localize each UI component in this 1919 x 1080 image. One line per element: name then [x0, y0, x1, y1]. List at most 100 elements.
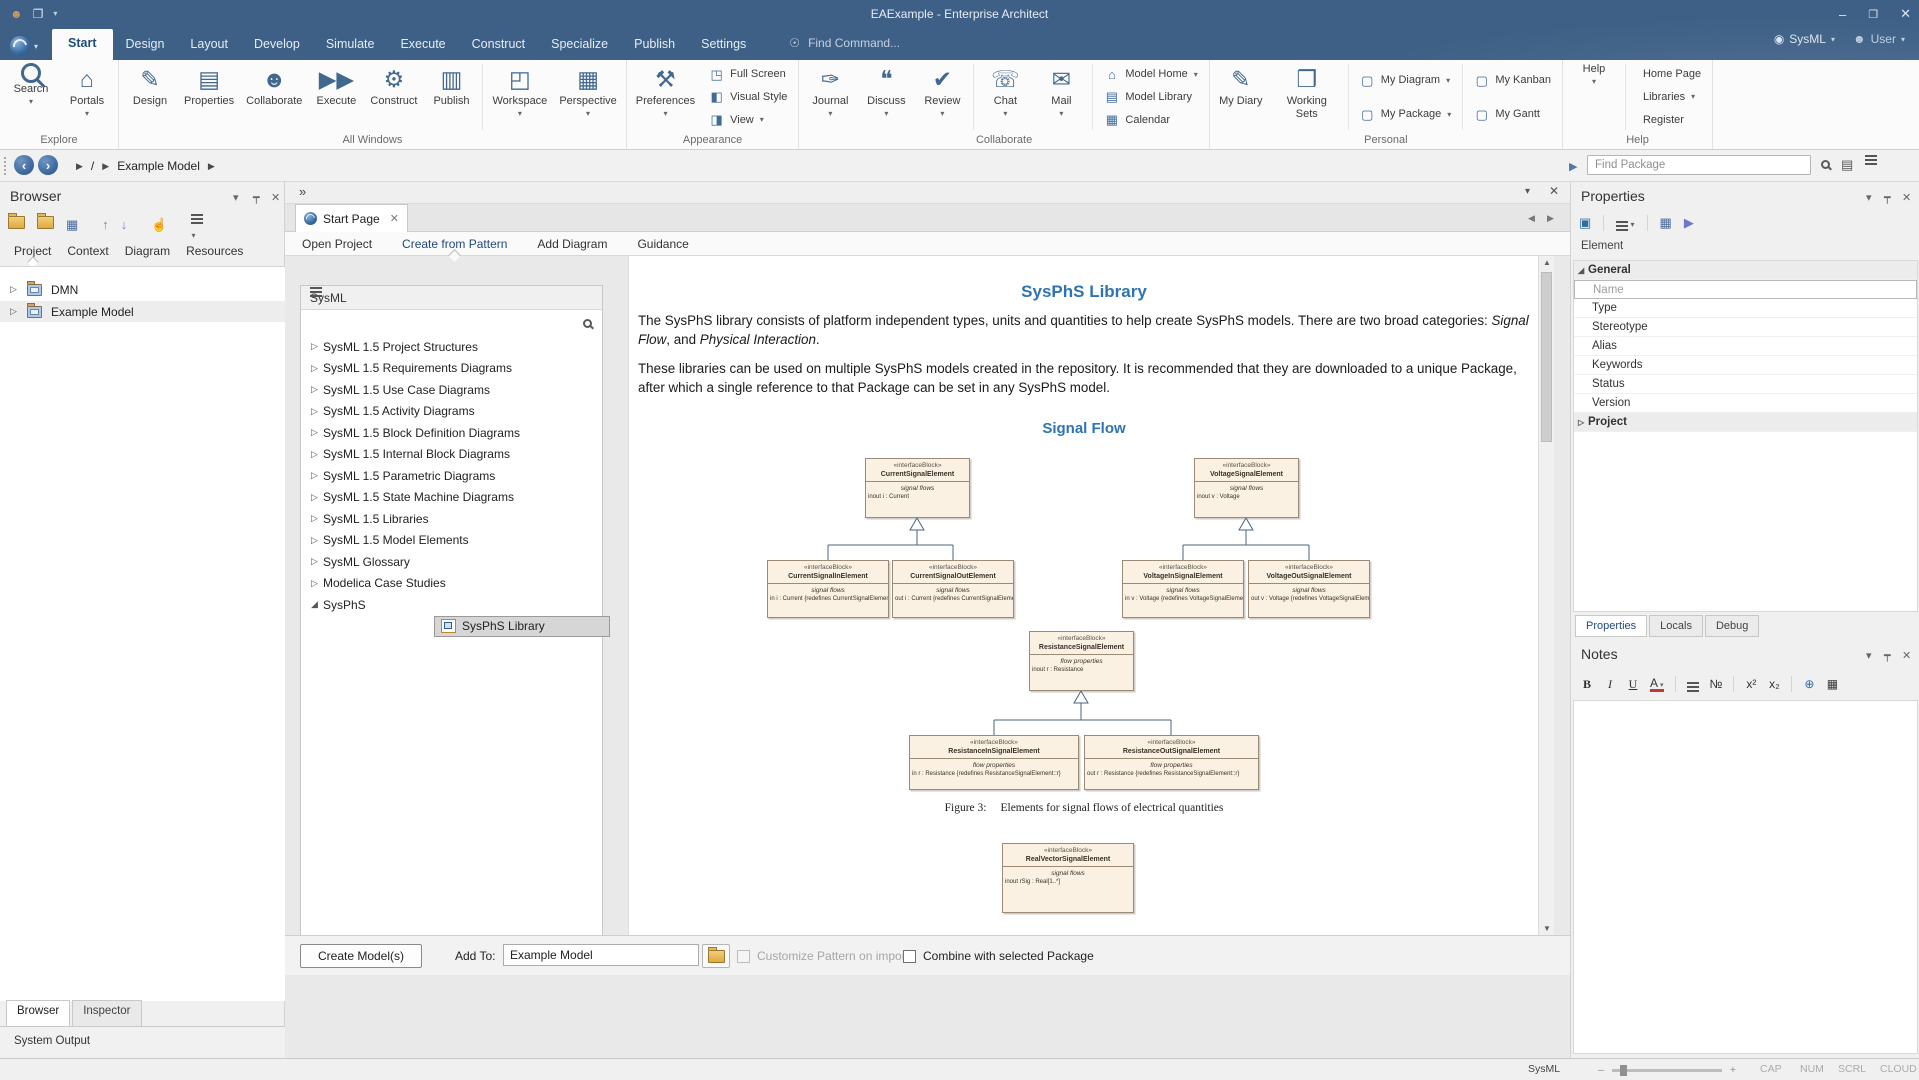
tab-start-page[interactable]: Start Page ✕ [295, 204, 408, 232]
expand-icon[interactable]: ▷ [311, 406, 323, 417]
restore-button[interactable]: ❐ [1868, 8, 1878, 21]
start-page-subtab-add-diagram[interactable]: Add Diagram [535, 233, 609, 255]
scrollbar-thumb[interactable] [1541, 272, 1552, 442]
tab-scroll-left-icon[interactable]: ◀ [1528, 213, 1535, 224]
zoom-slider[interactable] [1612, 1069, 1722, 1072]
property-row-general[interactable]: ◢General [1574, 261, 1917, 280]
properties-tool-menu[interactable]: ▾ [1616, 214, 1634, 232]
pin-icon[interactable]: ┯ [253, 191, 260, 204]
ribbon-button-chat[interactable]: ☏Chat▾ [977, 61, 1033, 133]
perspective-switch-button[interactable]: ◉ SysML ▾ [1774, 32, 1835, 46]
ribbon-button-full-screen[interactable]: ◳Full Screen [704, 67, 792, 82]
breadcrumb-root[interactable]: / [91, 159, 94, 173]
notes-tool-bold[interactable]: B [1581, 677, 1593, 692]
ribbon-button-search[interactable]: Search▾ [3, 61, 59, 133]
ribbon-button-view[interactable]: ◨View▾ [704, 112, 792, 127]
expand-icon[interactable]: ▷ [311, 470, 323, 481]
tab-scroll-right-icon[interactable]: ▶ [1547, 213, 1554, 224]
property-row-status[interactable]: Status [1574, 375, 1917, 394]
properties-tab-properties[interactable]: Properties [1575, 615, 1647, 637]
ribbon-button-working-sets[interactable]: ❒Working Sets [1269, 61, 1345, 133]
property-row-version[interactable]: Version [1574, 394, 1917, 413]
menu-icon[interactable] [310, 291, 322, 293]
ribbon-tab-construct[interactable]: Construct [459, 29, 539, 60]
expand-icon[interactable]: ▷ [311, 427, 323, 438]
ribbon-button-mail[interactable]: ✉Mail▾ [1033, 61, 1089, 133]
ribbon-button-model-home[interactable]: ⌂Model Home▾ [1099, 67, 1202, 82]
property-row-stereotype[interactable]: Stereotype [1574, 318, 1917, 337]
pattern-item-sysphs-library[interactable]: SysPhS Library [301, 616, 602, 637]
status-toggle-scrl[interactable]: SCRL [1838, 1063, 1866, 1075]
pattern-item-sysml-1-5-model-elements[interactable]: ▷SysML 1.5 Model Elements [301, 530, 602, 551]
notes-tool-superscript[interactable]: x² [1745, 677, 1757, 691]
chevron-right-icon[interactable]: ▶ [208, 161, 215, 172]
browser-tab-project[interactable]: Project [8, 240, 57, 264]
close-icon[interactable]: ✕ [1902, 191, 1911, 204]
browse-package-button[interactable] [702, 944, 730, 968]
user-menu-button[interactable]: ☻ User ▾ [1853, 32, 1905, 46]
pattern-item-sysml-1-5-activity-diagrams[interactable]: ▷SysML 1.5 Activity Diagrams [301, 401, 602, 422]
breadcrumb-model[interactable]: Example Model [117, 159, 200, 173]
properties-tab-locals[interactable]: Locals [1649, 615, 1703, 637]
property-row-alias[interactable]: Alias [1574, 337, 1917, 356]
ribbon-button-portals[interactable]: ⌂Portals▾ [59, 61, 115, 133]
zoom-out-button[interactable]: – [1598, 1064, 1604, 1076]
status-toggle-num[interactable]: NUM [1800, 1063, 1824, 1075]
chevron-double-right-icon[interactable]: » [299, 184, 306, 199]
panel-dropdown-caret-icon[interactable]: ▾ [233, 191, 239, 204]
notes-tool-bullet-list[interactable] [1687, 677, 1699, 691]
ribbon-button-my-diary[interactable]: ✎My Diary [1213, 61, 1269, 133]
qat-dropdown-caret-icon[interactable]: ▾ [53, 10, 57, 18]
expand-icon[interactable]: ▷ [10, 306, 19, 317]
notes-tool-underline[interactable]: U [1627, 677, 1639, 692]
expand-icon[interactable]: ▷ [311, 556, 323, 567]
browser-tool-new-folder[interactable] [8, 216, 25, 234]
start-page-subtab-create-from-pattern[interactable]: Create from Pattern [400, 233, 509, 255]
tab-list-caret-icon[interactable]: ▾ [1525, 186, 1530, 197]
expand-icon[interactable]: ▷ [311, 535, 323, 546]
ribbon-button-libraries[interactable]: Libraries▾ [1632, 90, 1706, 104]
pattern-item-sysml-1-5-internal-block-diagrams[interactable]: ▷SysML 1.5 Internal Block Diagrams [301, 444, 602, 465]
ribbon-button-home-page[interactable]: Home Page [1632, 67, 1706, 81]
properties-tool-forward[interactable]: ▶ [1684, 214, 1694, 232]
status-toggle-cloud[interactable]: CLOUD [1880, 1063, 1917, 1075]
expand-icon[interactable]: ▷ [311, 513, 323, 524]
browser-tool-menu[interactable]: ▾ [191, 207, 203, 243]
zoom-slider-thumb[interactable] [1620, 1065, 1627, 1076]
notes-tool-font-color[interactable]: A▾ [1650, 677, 1664, 692]
tree-item-example-model[interactable]: ▷Example Model [0, 301, 285, 322]
properties-tool-save[interactable]: ▣ [1579, 214, 1591, 232]
pattern-item-sysml-1-5-state-machine-diagrams[interactable]: ▷SysML 1.5 State Machine Diagrams [301, 487, 602, 508]
property-row-project[interactable]: ▷Project [1574, 413, 1917, 432]
ribbon-tab-layout[interactable]: Layout [177, 29, 241, 60]
expand-icon[interactable]: ▷ [1578, 418, 1588, 427]
ribbon-button-perspective[interactable]: ▦Perspective▾ [553, 61, 622, 133]
properties-tab-debug[interactable]: Debug [1705, 615, 1759, 637]
notes-tool-numbered-list[interactable]: № [1710, 677, 1723, 691]
close-icon[interactable]: ✕ [271, 191, 280, 204]
expand-icon[interactable]: ▷ [311, 363, 323, 374]
scroll-down-icon[interactable]: ▼ [1539, 924, 1555, 933]
browser-tool-diagram-view[interactable]: ▦ [66, 216, 78, 234]
notes-tool-insert-image[interactable]: ▦ [1826, 677, 1838, 691]
add-to-input[interactable] [503, 944, 699, 966]
start-page-subtab-open-project[interactable]: Open Project [300, 233, 374, 255]
ribbon-button-preferences[interactable]: ⚒Preferences▾ [630, 61, 701, 133]
search-icon[interactable] [1821, 160, 1830, 169]
pin-icon[interactable]: ┯ [1884, 649, 1891, 662]
minimize-button[interactable]: – [1839, 7, 1846, 22]
tree-item-dmn[interactable]: ▷DMN [0, 279, 285, 300]
ribbon-button-review[interactable]: ✔Review▾ [914, 61, 970, 133]
ribbon-button-construct[interactable]: ⚙Construct [364, 61, 423, 133]
pattern-item-sysml-1-5-block-definition-diagrams[interactable]: ▷SysML 1.5 Block Definition Diagrams [301, 422, 602, 443]
ribbon-button-help[interactable]: Help▾ [1566, 61, 1622, 133]
chevron-right-icon[interactable]: ▶ [102, 161, 109, 172]
expand-icon[interactable]: ▷ [311, 384, 323, 395]
collapse-icon[interactable]: ◢ [311, 599, 323, 610]
ribbon-button-calendar[interactable]: ▦Calendar [1099, 112, 1202, 127]
properties-tool-diagram-view[interactable]: ▦ [1660, 214, 1672, 232]
scroll-up-icon[interactable]: ▲ [1539, 258, 1555, 267]
expand-icon[interactable]: ▷ [311, 341, 323, 352]
app-logo-button[interactable]: ▾ [10, 36, 38, 56]
ribbon-tab-execute[interactable]: Execute [387, 29, 458, 60]
